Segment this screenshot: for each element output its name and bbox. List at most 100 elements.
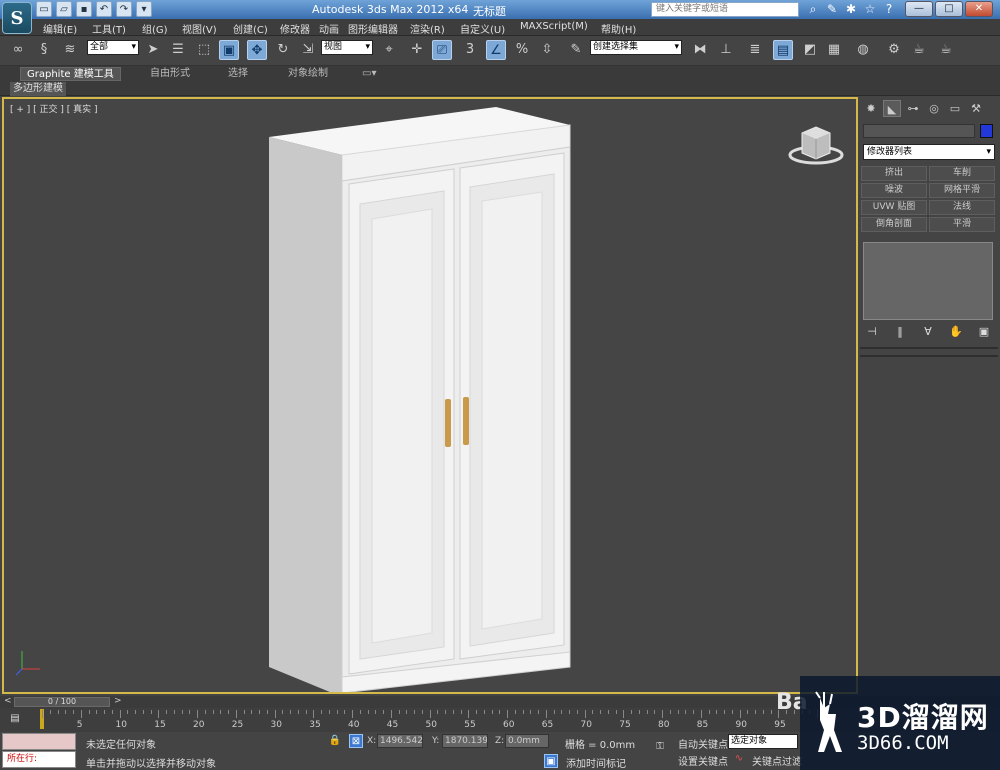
absolute-transform-icon[interactable]: ⊠ [349, 734, 363, 748]
menu-views[interactable]: 视图(V) [182, 21, 217, 36]
viewcube[interactable] [786, 123, 846, 167]
menu-customize[interactable]: 自定义(U) [460, 21, 505, 36]
rendered-frame-icon[interactable]: ☕ [909, 40, 929, 60]
key-filters-button[interactable]: 关键点过滤 [752, 753, 802, 768]
ribbon-options-icon[interactable]: ▭▾ [362, 67, 376, 81]
keyboard-shortcut-override-icon[interactable]: ⎚ [432, 40, 452, 60]
select-and-rotate-icon[interactable]: ↻ [273, 40, 293, 60]
set-key-button[interactable]: 设置关键点 [678, 753, 728, 768]
key-icon[interactable]: ⚿ [650, 740, 670, 754]
unlink-icon[interactable]: § [34, 40, 54, 60]
redo-icon[interactable]: ↷ [116, 1, 132, 17]
maxscript-listener[interactable] [2, 733, 76, 750]
menu-animation[interactable]: 动画 [319, 21, 339, 36]
window-crossing-icon[interactable]: ▣ [219, 40, 239, 60]
auto-key-button[interactable]: 自动关键点 [678, 736, 728, 751]
uvw-map-button[interactable]: UVW 贴图 [861, 200, 927, 215]
extrude-button[interactable]: 挤出 [861, 166, 927, 181]
z-coordinate-field[interactable]: 0.0mm [505, 734, 549, 748]
material-editor-icon[interactable]: ◍ [853, 40, 873, 60]
select-manipulate-icon[interactable]: ✛ [407, 40, 427, 60]
menu-modifiers[interactable]: 修改器 [280, 21, 310, 36]
binoculars-icon[interactable]: ⌕ [806, 1, 820, 17]
quick-access-dropdown-icon[interactable]: ▾ [136, 1, 152, 17]
configure-sets-icon[interactable]: ▣ [975, 324, 993, 340]
render-production-icon[interactable]: ☕ [936, 40, 956, 60]
select-and-move-icon[interactable]: ✥ [247, 40, 267, 60]
mirror-icon[interactable]: ⧓ [690, 40, 710, 60]
mini-curve-editor-icon[interactable]: ▤ [8, 712, 22, 726]
time-tag-icon[interactable]: ▣ [544, 754, 558, 768]
prev-frame-icon[interactable]: < [4, 696, 12, 706]
maxscript-line[interactable]: 所在行: [2, 751, 76, 768]
menu-rendering[interactable]: 渲染(R) [410, 21, 445, 36]
tab-freeform[interactable]: 自由形式 [150, 67, 190, 81]
key-mode-dropdown[interactable]: 选定对象 [728, 734, 798, 749]
minimize-button[interactable]: — [905, 1, 933, 17]
link-icon[interactable]: ∞ [8, 40, 28, 60]
selection-region-icon[interactable]: ⬚ [194, 40, 214, 60]
remove-modifier-icon[interactable]: ✋ [947, 324, 965, 340]
add-time-tag[interactable]: 添加时间标记 [566, 755, 626, 770]
schematic-view-icon[interactable]: ▦ [824, 40, 844, 60]
render-setup-icon[interactable]: ⚙ [884, 40, 904, 60]
object-color-swatch[interactable] [980, 124, 993, 138]
spinner-snap-icon[interactable]: ⇳ [537, 40, 557, 60]
modifier-stack[interactable] [863, 242, 993, 320]
display-tab-icon[interactable]: ▭ [946, 100, 964, 117]
menu-group[interactable]: 组(G) [142, 21, 168, 36]
open-file-icon[interactable]: ▱ [56, 1, 72, 17]
next-frame-icon[interactable]: > [114, 696, 122, 706]
tab-graphite-modeling[interactable]: Graphite 建模工具 [20, 67, 121, 81]
bind-space-warp-icon[interactable]: ≋ [60, 40, 80, 60]
menu-maxscript[interactable]: MAXScript(M) [520, 21, 588, 32]
edit-named-selection-icon[interactable]: ✎ [566, 40, 586, 60]
polygon-modeling-panel[interactable]: 多边形建模 [10, 82, 66, 96]
percent-snap-icon[interactable]: % [512, 40, 532, 60]
graphite-toggle-icon[interactable]: ▤ [773, 40, 793, 60]
menu-tools[interactable]: 工具(T) [92, 21, 126, 36]
tab-object-paint[interactable]: 对象绘制 [288, 67, 328, 81]
object-name-field[interactable] [863, 124, 975, 138]
menu-create[interactable]: 创建(C) [233, 21, 268, 36]
select-by-name-icon[interactable]: ☰ [168, 40, 188, 60]
noise-button[interactable]: 噪波 [861, 183, 927, 198]
reference-coordinate-dropdown[interactable]: 视图 [321, 40, 373, 55]
pivot-center-icon[interactable]: ⌖ [379, 40, 399, 60]
bevel-profile-button[interactable]: 倒角剖面 [861, 217, 927, 232]
search-input[interactable]: 键入关键字或短语 [651, 2, 799, 17]
close-button[interactable]: ✕ [965, 1, 993, 17]
help-icon[interactable]: ? [882, 1, 896, 17]
curve-editor-icon[interactable]: ◩ [800, 40, 820, 60]
create-tab-icon[interactable]: ✸ [862, 100, 880, 117]
x-coordinate-field[interactable]: 1496.542m [377, 734, 423, 748]
selection-filter-dropdown[interactable]: 全部 [87, 40, 139, 55]
modifier-list-dropdown[interactable]: 修改器列表 [863, 144, 995, 160]
menu-help[interactable]: 帮助(H) [601, 21, 636, 36]
communication-center-icon[interactable]: ✱ [844, 1, 858, 17]
smooth-button[interactable]: 平滑 [929, 217, 995, 232]
show-end-result-icon[interactable]: ‖ [891, 324, 909, 340]
time-slider-handle[interactable]: 0 / 100 [14, 697, 110, 707]
lock-selection-icon[interactable]: 🔒 [328, 734, 342, 748]
new-file-icon[interactable]: ▭ [36, 1, 52, 17]
select-object-icon[interactable]: ➤ [143, 40, 163, 60]
lathe-button[interactable]: 车削 [929, 166, 995, 181]
snaps-toggle-icon[interactable]: 3 [460, 40, 480, 60]
hierarchy-tab-icon[interactable]: ⊶ [904, 100, 922, 117]
menu-graph-editors[interactable]: 图形编辑器 [348, 21, 398, 36]
perspective-viewport[interactable]: [ + ] [ 正交 ] [ 真实 ] [2, 97, 858, 694]
tab-selection[interactable]: 选择 [228, 67, 248, 81]
y-coordinate-field[interactable]: 1870.139m [442, 734, 488, 748]
pin-stack-icon[interactable]: ⊣ [863, 324, 881, 340]
layer-manager-icon[interactable]: ≣ [745, 40, 765, 60]
undo-icon[interactable]: ↶ [96, 1, 112, 17]
save-icon[interactable]: ▪ [76, 1, 92, 17]
modify-tab-icon[interactable]: ◣ [883, 100, 901, 117]
meshsmooth-button[interactable]: 网格平滑 [929, 183, 995, 198]
utilities-tab-icon[interactable]: ⚒ [967, 100, 985, 117]
app-menu-button[interactable]: S [2, 2, 32, 34]
tools-icon[interactable]: ✎ [825, 1, 839, 17]
menu-edit[interactable]: 编辑(E) [43, 21, 77, 36]
align-icon[interactable]: ⊥ [716, 40, 736, 60]
